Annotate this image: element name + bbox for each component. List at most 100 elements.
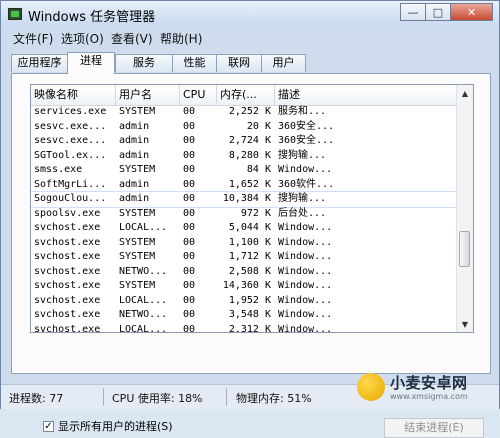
menu-bar: 文件(F) 选项(O) 查看(V) 帮助(H)	[1, 27, 499, 47]
process-row[interactable]: SoftMgrLi... admin 00 1,652 K 360软件...	[31, 178, 459, 193]
row-cpu: 00	[183, 178, 196, 190]
status-separator	[226, 388, 227, 406]
column-user-name[interactable]: 用户名	[116, 85, 180, 105]
row-user-name: LOCAL...	[119, 323, 168, 333]
process-row[interactable]: sesvc.exe... admin 00 20 K 360安全...	[31, 120, 459, 135]
process-row[interactable]: SogouClou... admin 00 10,384 K 搜狗输...	[31, 191, 460, 208]
row-memory: 1,712 K	[228, 251, 271, 262]
process-row[interactable]: svchost.exe NETWO... 00 2,508 K Window...	[31, 265, 459, 280]
menu-options[interactable]: 选项(O)	[61, 30, 104, 47]
process-row[interactable]: svchost.exe LOCAL... 00 5,044 K Window...	[31, 221, 459, 236]
row-image-name: SogouClou...	[34, 193, 107, 204]
show-all-users-label: 显示所有用户的进程(S)	[58, 420, 173, 433]
processes-panel: 映像名称 用户名 CPU 内存(... 描述 services.exe SYSTE…	[11, 73, 491, 438]
end-process-button[interactable]: 结束进程(E)	[384, 418, 484, 438]
row-cpu: 00	[183, 222, 196, 233]
process-row[interactable]: svchost.exe SYSTEM 00 1,100 K Window...	[31, 236, 459, 251]
row-user-name: SYSTEM	[119, 251, 156, 262]
show-all-users-row[interactable]: ✓ 显示所有用户的进程(S)	[43, 418, 173, 434]
process-row[interactable]: spoolsv.exe SYSTEM 00 972 K 后台处...	[31, 207, 459, 222]
site-watermark: 小麦安卓网 www.xmsigma.com	[357, 369, 487, 410]
menu-file[interactable]: 文件(F)	[13, 30, 53, 47]
row-image-name: svchost.exe	[34, 251, 101, 262]
window-controls: — □ ✕	[400, 3, 493, 21]
row-image-name: SoftMgrLi...	[34, 178, 107, 190]
row-image-name: spoolsv.exe	[34, 207, 101, 219]
row-memory: 972 K	[240, 207, 271, 219]
row-memory: 2,724 K	[228, 135, 271, 146]
process-row[interactable]: svchost.exe LOCAL... 00 2,312 K Window...	[31, 323, 459, 333]
row-description: 搜狗输...	[278, 193, 327, 204]
row-image-name: svchost.exe	[34, 265, 101, 277]
column-cpu[interactable]: CPU	[180, 85, 217, 105]
tab-applications[interactable]: 应用程序	[11, 54, 68, 72]
row-image-name: smss.exe	[34, 164, 83, 175]
minimize-button[interactable]: —	[400, 3, 426, 21]
row-image-name: svchost.exe	[34, 236, 101, 248]
row-description: Window...	[278, 294, 333, 306]
column-description[interactable]: 描述	[275, 85, 459, 105]
row-description: Window...	[278, 323, 333, 333]
tab-services[interactable]: 服务	[115, 54, 173, 72]
task-manager-icon	[8, 8, 22, 20]
status-cpu-usage: CPU 使用率: 18%	[112, 392, 203, 405]
row-image-name: svchost.exe	[34, 222, 101, 233]
task-manager-window: Windows 任务管理器 — □ ✕ 文件(F) 选项(O) 查看(V) 帮助…	[0, 0, 500, 438]
process-row[interactable]: SGTool.ex... admin 00 8,280 K 搜狗输...	[31, 149, 459, 164]
row-description: Window...	[278, 164, 333, 175]
menu-view[interactable]: 查看(V)	[111, 30, 153, 47]
process-row[interactable]: svchost.exe SYSTEM 00 1,712 K Window...	[31, 250, 459, 265]
row-image-name: sesvc.exe...	[34, 135, 107, 146]
row-image-name: services.exe	[34, 106, 107, 117]
scroll-down-icon[interactable]: ▼	[457, 316, 473, 332]
row-description: Window...	[278, 280, 333, 291]
maximize-button[interactable]: □	[425, 3, 451, 21]
show-all-users-checkbox[interactable]: ✓	[43, 420, 54, 432]
column-image-name[interactable]: 映像名称	[31, 85, 116, 105]
row-cpu: 00	[183, 106, 196, 117]
process-row[interactable]: svchost.exe LOCAL... 00 1,952 K Window...	[31, 294, 459, 309]
watermark-title: 小麦安卓网	[390, 374, 468, 392]
row-memory: 1,952 K	[228, 294, 271, 306]
row-user-name: SYSTEM	[119, 106, 156, 117]
menu-help[interactable]: 帮助(H)	[160, 30, 202, 47]
tab-networking[interactable]: 联网	[216, 54, 262, 72]
process-list[interactable]: 映像名称 用户名 CPU 内存(... 描述 services.exe SYSTE…	[30, 84, 474, 333]
row-description: Window...	[278, 251, 333, 262]
tab-processes[interactable]: 进程	[67, 52, 115, 74]
row-user-name: SYSTEM	[119, 164, 156, 175]
process-row[interactable]: sesvc.exe... admin 00 2,724 K 360安全...	[31, 134, 459, 149]
process-row[interactable]: svchost.exe NETWO... 00 3,548 K Window...	[31, 308, 459, 323]
window-title: Windows 任务管理器	[28, 10, 156, 25]
row-description: Window...	[278, 309, 333, 320]
row-cpu: 00	[183, 280, 196, 291]
scroll-thumb[interactable]	[459, 231, 470, 267]
process-row[interactable]: svchost.exe SYSTEM 00 14,360 K Window...	[31, 279, 459, 294]
row-cpu: 00	[183, 207, 196, 219]
row-description: Window...	[278, 236, 333, 248]
tab-users[interactable]: 用户	[261, 54, 306, 72]
row-image-name: svchost.exe	[34, 294, 101, 306]
row-image-name: svchost.exe	[34, 280, 101, 291]
column-memory[interactable]: 内存(...	[217, 85, 275, 105]
row-cpu: 00	[183, 236, 196, 248]
row-cpu: 00	[183, 135, 196, 146]
row-user-name: SYSTEM	[119, 236, 156, 248]
tab-performance[interactable]: 性能	[172, 54, 217, 72]
row-user-name: admin	[119, 149, 150, 161]
vertical-scrollbar[interactable]: ▲ ▼	[456, 85, 473, 332]
status-process-count: 进程数: 77	[9, 392, 64, 405]
row-cpu: 00	[183, 309, 196, 320]
process-row[interactable]: services.exe SYSTEM 00 2,252 K 服务和...	[31, 105, 459, 120]
scroll-up-icon[interactable]: ▲	[457, 85, 473, 101]
process-rows: services.exe SYSTEM 00 2,252 K 服务和... sesvc.e…	[31, 105, 460, 333]
process-row[interactable]: smss.exe SYSTEM 00 84 K Window...	[31, 163, 459, 178]
row-cpu: 00	[183, 149, 196, 161]
row-user-name: admin	[119, 178, 150, 190]
row-description: 360软件...	[278, 178, 335, 190]
row-user-name: LOCAL...	[119, 294, 168, 306]
status-separator	[103, 388, 104, 406]
row-memory: 2,312 K	[228, 323, 271, 333]
close-button[interactable]: ✕	[450, 3, 493, 21]
row-user-name: admin	[119, 120, 150, 132]
